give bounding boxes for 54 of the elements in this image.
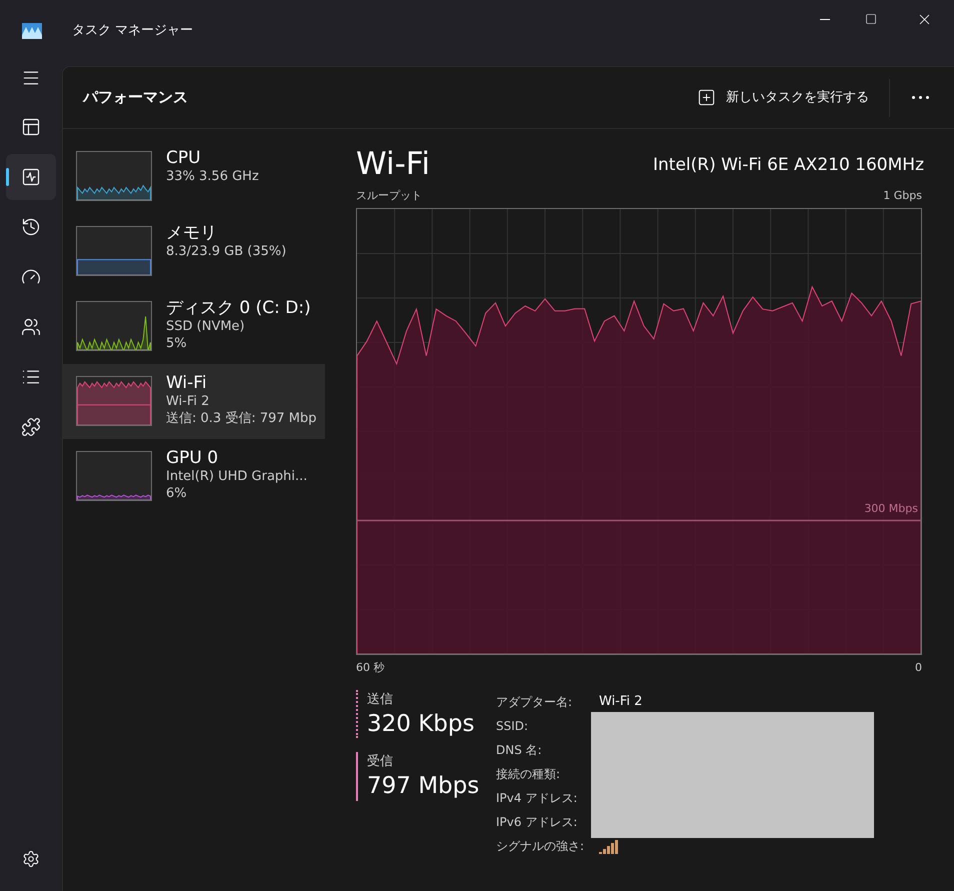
- resource-info: Wi-Fi 2: [166, 394, 210, 411]
- property-label: アダプター名:: [496, 694, 574, 711]
- resource-info: SSD (NVMe): [166, 319, 246, 336]
- stat-label: 送信: [367, 691, 394, 709]
- resource-name: Wi-Fi: [166, 372, 208, 394]
- adapter-name: Intel(R) Wi-Fi 6E AX210 160MHz: [653, 154, 924, 176]
- new-task-icon: [697, 88, 716, 107]
- property-label: シグナルの強さ:: [496, 838, 586, 855]
- resource-info: 6%: [166, 486, 188, 503]
- resource-info: 8.3/23.9 GB (35%): [166, 244, 286, 261]
- resource-name: GPU 0: [166, 447, 220, 470]
- stat-value: 797 Mbps: [367, 772, 480, 800]
- resource-item[interactable]: GPU 0 Intel(R) UHD Graphi... 6%: [63, 439, 325, 514]
- resource-info: 送信: 0.3 受信: 797 Mbp: [166, 410, 316, 428]
- users-icon: [21, 317, 41, 337]
- maximize-icon: [865, 13, 877, 25]
- scale-label: 300 Mbps: [864, 500, 918, 516]
- page-title: パフォーマンス: [83, 87, 188, 108]
- time-label: 60 秒: [356, 660, 384, 676]
- property-label: IPv4 アドレス:: [496, 790, 578, 807]
- property-label: 接続の種類:: [496, 766, 562, 783]
- puzzle-icon: [21, 417, 41, 437]
- run-task-button[interactable]: 新しいタスクを実行する: [687, 80, 879, 116]
- selection-indicator: [6, 168, 9, 186]
- resource-item[interactable]: メモリ 8.3/23.9 GB (35%): [63, 214, 325, 289]
- window-title: タスク マネージャー: [72, 22, 194, 40]
- resource-item[interactable]: Wi-Fi Wi-Fi 2 送信: 0.3 受信: 797 Mbp: [63, 364, 325, 439]
- resource-info: 5%: [166, 336, 188, 353]
- property-label: SSID:: [496, 718, 530, 735]
- property-value: Wi-Fi 2: [599, 693, 642, 712]
- resource-item[interactable]: ディスク 0 (C: D:) SSD (NVMe) 5%: [63, 289, 325, 364]
- max-label: 1 Gbps: [883, 188, 922, 204]
- nav-item[interactable]: [6, 154, 56, 200]
- processes-icon: [21, 117, 41, 137]
- resource-item[interactable]: CPU 33% 3.56 GHz: [63, 139, 325, 214]
- detail-title: Wi-Fi: [356, 149, 430, 180]
- resource-name: ディスク 0 (C: D:): [166, 297, 311, 320]
- resource-name: メモリ: [166, 222, 218, 244]
- stat-value: 320 Kbps: [367, 710, 476, 738]
- history-icon: [21, 217, 41, 237]
- resource-info: Intel(R) UHD Graphi...: [166, 469, 308, 486]
- signal-icon: [599, 838, 619, 854]
- settings-icon: [22, 850, 40, 868]
- property-label: DNS 名:: [496, 742, 543, 759]
- time-label: 0: [915, 660, 922, 676]
- resource-info: 33% 3.56 GHz: [166, 169, 259, 186]
- more-icon: [912, 96, 928, 99]
- activity-icon: [21, 167, 41, 187]
- resource-name: CPU: [166, 147, 202, 170]
- graph-title: スループット: [356, 188, 422, 204]
- property-label: IPv6 アドレス:: [496, 814, 578, 831]
- minimize-icon: [820, 18, 830, 20]
- app-logo-icon: [22, 23, 42, 39]
- stat-label: 受信: [367, 753, 394, 772]
